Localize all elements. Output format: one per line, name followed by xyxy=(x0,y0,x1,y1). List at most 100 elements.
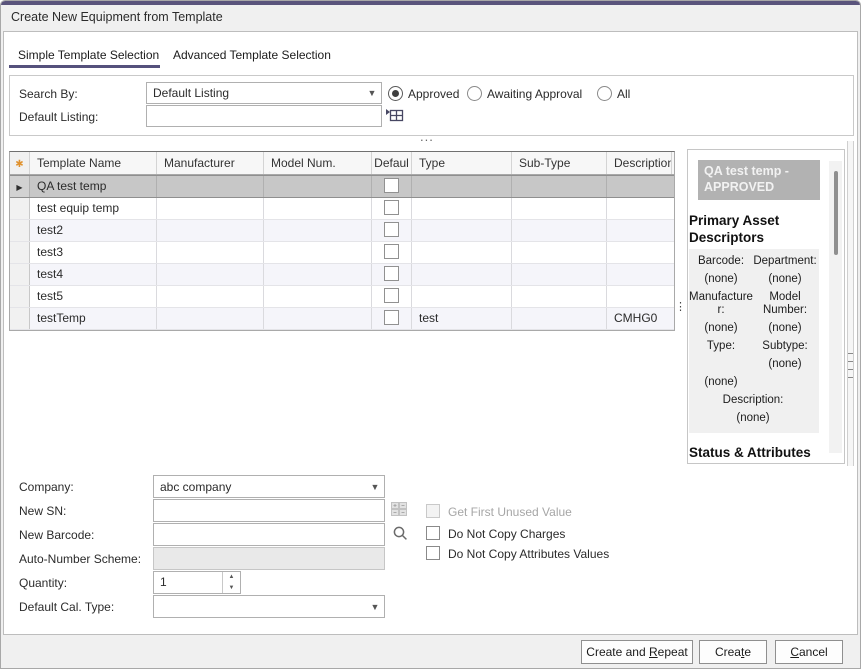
spinner-arrows[interactable]: ▲ ▼ xyxy=(222,572,240,593)
create-and-repeat-button[interactable]: Create and Repeat xyxy=(581,640,693,664)
cell-type xyxy=(412,286,512,307)
cell-default xyxy=(372,242,412,263)
cell-template-name: QA test temp xyxy=(30,176,157,197)
chevron-down-icon: ▼ xyxy=(366,482,384,492)
preview-title: QA test temp - xyxy=(704,163,814,179)
search-icon[interactable] xyxy=(392,525,409,542)
do-not-copy-charges-checkbox[interactable] xyxy=(426,526,440,540)
table-row[interactable]: test5 xyxy=(10,286,674,308)
column-header-description[interactable]: Description xyxy=(607,152,672,174)
table-row[interactable]: test4 xyxy=(10,264,674,286)
new-sn-label: New SN: xyxy=(19,504,66,518)
radio-all[interactable] xyxy=(597,86,612,101)
radio-all-label: All xyxy=(617,87,630,102)
default-cal-type-dropdown[interactable]: ▼ xyxy=(153,595,385,618)
column-header-template-name[interactable]: Template Name xyxy=(30,152,157,174)
tab-label: Advanced Template Selection xyxy=(173,48,331,62)
field-label: Model Number: xyxy=(753,291,817,317)
select-from-list-icon[interactable] xyxy=(385,106,404,123)
table-row[interactable]: testTemp test CMHG0 xyxy=(10,308,674,330)
cell-description xyxy=(607,242,672,263)
preview-header: QA test temp - APPROVED xyxy=(698,160,820,200)
search-panel xyxy=(9,75,854,136)
radio-approved[interactable] xyxy=(388,86,403,101)
cell-description xyxy=(607,220,672,241)
new-sn-input[interactable] xyxy=(153,499,385,522)
preview-scrollbar-thumb[interactable] xyxy=(834,171,838,255)
table-row[interactable]: test3 xyxy=(10,242,674,264)
default-checkbox[interactable] xyxy=(384,310,399,325)
cell-manufacturer xyxy=(157,264,264,285)
company-dropdown[interactable]: abc company ▼ xyxy=(153,475,385,498)
default-checkbox[interactable] xyxy=(384,178,399,193)
table-row[interactable]: test equip temp xyxy=(10,198,674,220)
cell-sub-type xyxy=(512,264,607,285)
get-first-unused-value-checkbox xyxy=(426,504,440,518)
column-header-sub-type[interactable]: Sub-Type xyxy=(512,152,607,174)
search-by-dropdown[interactable]: Default Listing ▼ xyxy=(146,82,382,104)
cell-model xyxy=(264,242,372,263)
row-indicator xyxy=(10,286,30,307)
create-button[interactable]: Create xyxy=(699,640,767,664)
column-header-manufacturer[interactable]: Manufacturer xyxy=(157,152,264,174)
template-grid: ✱ Template Name Manufacturer Model Num. … xyxy=(9,151,675,331)
row-options-ellipsis-icon[interactable]: ⋮ xyxy=(675,304,686,310)
radio-awaiting-approval[interactable] xyxy=(467,86,482,101)
cell-model xyxy=(264,308,372,329)
cell-manufacturer xyxy=(157,308,264,329)
grid-header-row: ✱ Template Name Manufacturer Model Num. … xyxy=(10,152,674,175)
tab-simple-template-selection[interactable]: Simple Template Selection xyxy=(9,45,168,66)
default-checkbox[interactable] xyxy=(384,200,399,215)
tab-advanced-template-selection[interactable]: Advanced Template Selection xyxy=(164,45,340,66)
cell-model xyxy=(264,286,372,307)
cell-sub-type xyxy=(512,198,607,219)
quantity-stepper[interactable]: 1 ▲ ▼ xyxy=(153,571,241,594)
table-row[interactable]: test2 xyxy=(10,220,674,242)
cell-template-name: test5 xyxy=(30,286,157,307)
cell-template-name: test4 xyxy=(30,264,157,285)
cell-description xyxy=(607,176,672,197)
field-value: (none) xyxy=(736,412,769,425)
default-checkbox[interactable] xyxy=(384,222,399,237)
field-label: Type: xyxy=(707,340,735,353)
default-cal-type-label: Default Cal. Type: xyxy=(19,600,114,614)
field-value: (none) xyxy=(704,322,737,335)
cell-template-name: test equip temp xyxy=(30,198,157,219)
default-checkbox[interactable] xyxy=(384,244,399,259)
cell-default xyxy=(372,220,412,241)
do-not-copy-attributes-values-checkbox[interactable] xyxy=(426,546,440,560)
default-listing-input[interactable] xyxy=(146,105,382,127)
cell-type xyxy=(412,242,512,263)
cell-description xyxy=(607,198,672,219)
sn-scheme-grid-icon[interactable] xyxy=(391,502,407,516)
field-value: (none) xyxy=(704,376,737,389)
splitter-handle[interactable]: ... xyxy=(420,129,434,144)
default-checkbox[interactable] xyxy=(384,288,399,303)
right-splitter[interactable] xyxy=(847,141,854,466)
do-not-copy-charges-label: Do Not Copy Charges xyxy=(448,527,565,541)
row-indicator xyxy=(10,264,30,285)
new-barcode-input[interactable] xyxy=(153,523,385,546)
field-value: (none) xyxy=(768,273,801,286)
new-barcode-label: New Barcode: xyxy=(19,528,94,542)
cell-default xyxy=(372,264,412,285)
spin-down-icon[interactable]: ▼ xyxy=(223,583,240,594)
field-label: Department: xyxy=(753,255,816,268)
cell-sub-type xyxy=(512,220,607,241)
table-row[interactable]: ▶ QA test temp xyxy=(10,175,674,198)
get-first-unused-value-label: Get First Unused Value xyxy=(448,505,572,519)
cell-default xyxy=(372,176,412,197)
cell-model xyxy=(264,220,372,241)
column-header-model-num[interactable]: Model Num. xyxy=(264,152,372,174)
cell-description: CMHG0 xyxy=(607,308,672,329)
column-header-default[interactable]: Defaul xyxy=(372,152,412,174)
row-indicator xyxy=(10,242,30,263)
chevron-down-icon: ▼ xyxy=(363,88,381,98)
spin-up-icon[interactable]: ▲ xyxy=(223,572,240,583)
radio-approved-label: Approved xyxy=(408,87,459,102)
row-indicator xyxy=(10,220,30,241)
column-header-type[interactable]: Type xyxy=(412,152,512,174)
default-checkbox[interactable] xyxy=(384,266,399,281)
cell-default xyxy=(372,286,412,307)
cancel-button[interactable]: Cancel xyxy=(775,640,843,664)
